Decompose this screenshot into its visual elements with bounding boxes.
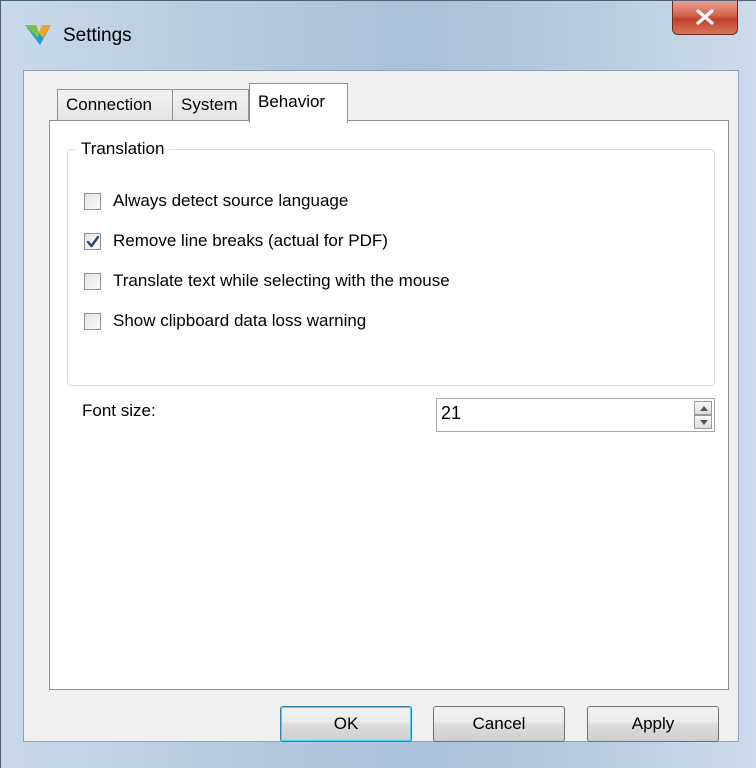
behavior-tab-panel: Translation Always detect source languag…	[49, 120, 729, 690]
group-title: Translation	[76, 139, 170, 159]
tab-system[interactable]: System	[172, 89, 249, 121]
tab-connection[interactable]: Connection	[57, 89, 173, 121]
option-label: Always detect source language	[113, 191, 349, 210]
app-logo-icon	[23, 21, 53, 49]
checkbox[interactable]	[84, 232, 101, 250]
spin-up-button[interactable]	[694, 401, 712, 415]
checkbox[interactable]	[84, 312, 101, 330]
close-button[interactable]	[672, 1, 738, 35]
tab-label: System	[181, 95, 238, 114]
cancel-button[interactable]: Cancel	[433, 706, 565, 742]
spin-buttons	[694, 401, 712, 429]
ok-button[interactable]: OK	[280, 706, 412, 742]
option-remove-line-breaks[interactable]: Remove line breaks (actual for PDF)	[84, 230, 388, 252]
tab-label: Connection	[66, 95, 153, 114]
option-show-clipboard-warning[interactable]: Show clipboard data loss warning	[84, 310, 366, 332]
option-label: Remove line breaks (actual for PDF)	[113, 231, 388, 250]
option-label: Show clipboard data loss warning	[113, 311, 367, 330]
translation-groupbox: Translation Always detect source languag…	[67, 139, 715, 386]
apply-button[interactable]: Apply	[587, 706, 719, 742]
option-label: Translate text while selecting with the …	[113, 271, 450, 290]
settings-window: Settings Connection System Behavior Tran…	[0, 0, 756, 768]
font-size-spinner[interactable]: 21	[436, 398, 715, 432]
spin-down-button[interactable]	[694, 415, 712, 429]
font-size-label: Font size:	[82, 401, 156, 420]
cancel-label: Cancel	[472, 714, 526, 733]
title-bar[interactable]: Settings	[1, 1, 756, 71]
font-size-value[interactable]: 21	[441, 403, 461, 424]
ok-label: OK	[333, 714, 359, 733]
option-translate-while-selecting[interactable]: Translate text while selecting with the …	[84, 270, 450, 292]
checkbox[interactable]	[84, 192, 101, 210]
window-title: Settings	[63, 25, 132, 46]
option-always-detect-source-language[interactable]: Always detect source language	[84, 190, 348, 212]
apply-label: Apply	[631, 714, 675, 733]
tab-behavior[interactable]: Behavior	[249, 83, 348, 123]
checkbox[interactable]	[84, 272, 101, 290]
tab-label: Behavior	[258, 92, 326, 111]
